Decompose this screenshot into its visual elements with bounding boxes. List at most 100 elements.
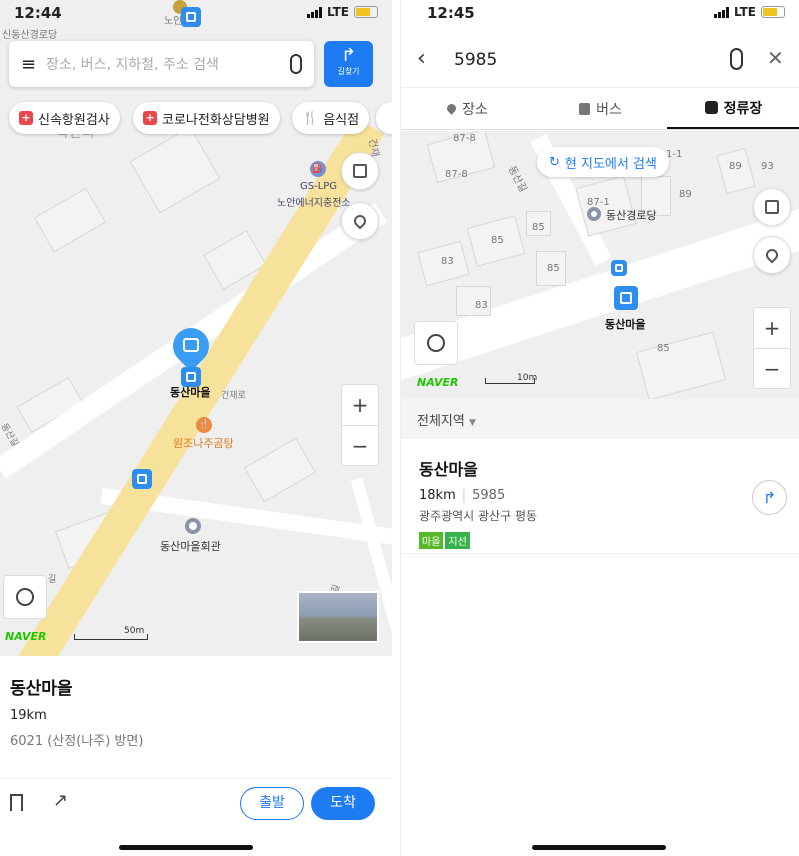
- location-pin-icon[interactable]: [341, 202, 379, 240]
- stop-info-card[interactable]: 동산마을 19km 6021 (산정(나주) 방면): [0, 656, 392, 780]
- zoom-control: + −: [753, 307, 791, 389]
- bus-stop-icon: [704, 101, 718, 114]
- tag-village: 마을: [419, 532, 444, 549]
- scale-label: 50m: [124, 626, 145, 636]
- directions-button[interactable]: ↱: [752, 480, 787, 515]
- directions-button[interactable]: ↱ 길찾기: [324, 41, 373, 87]
- chevron-down-icon: ▼: [468, 418, 476, 428]
- search-bar[interactable]: ≡ 장소, 버스, 지하철, 주소 검색: [9, 41, 314, 87]
- status-bar: 12:45 LTE: [401, 0, 799, 26]
- map-label-place: 동산경로당: [606, 209, 657, 222]
- layers-icon[interactable]: [341, 152, 379, 190]
- map-label-road: 길: [48, 575, 57, 585]
- lot-number: 89: [729, 161, 742, 172]
- close-icon[interactable]: ✕: [767, 46, 784, 70]
- depart-button[interactable]: 출발: [240, 787, 304, 820]
- map-label-restaurant: 원조나주곰탕: [173, 437, 234, 450]
- lot-number: 87-8: [445, 169, 468, 180]
- map-label-hall: 동산마을회관: [160, 540, 221, 553]
- result-distance: 18km: [419, 488, 456, 503]
- bookmark-icon[interactable]: [10, 794, 23, 811]
- share-icon[interactable]: ↗: [53, 790, 68, 811]
- selected-bus-stop-icon[interactable]: [614, 286, 638, 310]
- result-name: 동산마을: [419, 460, 478, 479]
- place-icon[interactable]: [587, 207, 601, 221]
- back-arrow-icon[interactable]: ‹: [417, 46, 426, 71]
- chip-rapid-antigen[interactable]: + 신속항원검사: [9, 102, 120, 134]
- map-label: 신동산경로당: [2, 30, 58, 41]
- search-query-field[interactable]: 5985: [454, 50, 497, 70]
- street-view-thumbnail[interactable]: [297, 591, 379, 643]
- network-label: LTE: [733, 5, 756, 19]
- zoom-in-button[interactable]: +: [342, 385, 378, 425]
- zoom-control: + −: [341, 384, 379, 466]
- map-label-road: 동산길: [505, 164, 529, 195]
- tab-stops[interactable]: 정류장: [667, 88, 799, 129]
- menu-icon[interactable]: ≡: [21, 54, 36, 75]
- lot-number: 85: [657, 343, 670, 354]
- refresh-icon: ↻: [549, 154, 560, 170]
- network-label: LTE: [326, 5, 349, 19]
- search-input[interactable]: 장소, 버스, 지하철, 주소 검색: [46, 54, 280, 74]
- bus-stop-icon[interactable]: [132, 469, 152, 489]
- hospital-icon: +: [143, 111, 157, 125]
- tab-places[interactable]: 장소: [401, 88, 534, 129]
- microphone-icon[interactable]: [730, 48, 743, 70]
- lot-number: 85: [532, 222, 545, 233]
- map-view[interactable]: 87-8 87-8 87-1 89 89 93 1-1 85 85 85 83 …: [401, 131, 799, 399]
- crosshair-icon: [427, 334, 445, 352]
- chip-phone-hospital[interactable]: + 코로나전화상담병원: [133, 102, 280, 134]
- map-label-gas-sub: 노안에너지충전소: [277, 198, 351, 209]
- result-stop-id: 5985: [472, 488, 506, 503]
- lot-number: 93: [761, 161, 774, 172]
- arrive-button[interactable]: 도착: [311, 787, 375, 820]
- restaurant-icon[interactable]: 🍴: [196, 417, 212, 433]
- zoom-out-button[interactable]: −: [754, 348, 790, 388]
- tag-branch: 지선: [445, 532, 470, 549]
- bus-stop-icon[interactable]: [611, 260, 627, 276]
- building: [635, 331, 727, 399]
- current-location-button[interactable]: [414, 321, 458, 365]
- zoom-in-button[interactable]: +: [754, 308, 790, 348]
- lot-number: 89: [679, 189, 692, 200]
- left-screen: 노안 신동산경로당 학산리 GS-LPG 노안에너지충전소 건재 건재로 원조나…: [0, 0, 392, 856]
- chip-restaurant[interactable]: 🍴 음식점: [292, 102, 370, 134]
- lot-number: 87-8: [453, 133, 476, 144]
- building: [34, 187, 106, 253]
- divider: [0, 778, 392, 779]
- zoom-out-button[interactable]: −: [342, 425, 378, 465]
- lot-number: 85: [547, 263, 560, 274]
- hall-icon[interactable]: [185, 518, 201, 534]
- naver-logo: NAVER: [5, 630, 47, 643]
- battery-icon: [761, 6, 785, 18]
- map-label-stop: 동산마을: [605, 318, 646, 331]
- tab-bus[interactable]: 버스: [534, 88, 667, 129]
- stop-distance: 19km: [10, 708, 47, 723]
- turn-arrow-icon: ↱: [340, 45, 357, 66]
- result-item[interactable]: 동산마을 18km | 5985 광주광역시 광산구 평동 마을 지선: [401, 439, 799, 554]
- lot-number: 83: [475, 300, 488, 311]
- gas-station-icon[interactable]: ⛽: [310, 161, 326, 177]
- map-label-gas: GS-LPG: [300, 181, 338, 192]
- home-indicator: [532, 845, 666, 850]
- research-map-button[interactable]: ↻ 현 지도에서 검색: [537, 147, 669, 177]
- microphone-icon[interactable]: [290, 54, 302, 74]
- region-filter[interactable]: 전체지역 ▼: [401, 399, 799, 439]
- battery-icon: [354, 6, 378, 18]
- status-bar: 12:44 LTE: [0, 0, 392, 26]
- crosshair-icon: [16, 588, 34, 606]
- tab-bar: 장소 버스 정류장: [401, 87, 799, 130]
- bus-icon: [183, 338, 199, 352]
- map-label-road: 건재로: [221, 391, 246, 401]
- fork-knife-icon: 🍴: [302, 110, 319, 126]
- building: [244, 437, 316, 503]
- status-time: 12:44: [14, 4, 62, 22]
- layers-icon[interactable]: [753, 188, 791, 226]
- map-label-stop: 동산마을: [170, 386, 211, 399]
- map-view[interactable]: 노안 신동산경로당 학산리 GS-LPG 노안에너지충전소 건재 건재로 원조나…: [0, 0, 392, 656]
- lot-number: 83: [441, 256, 454, 267]
- scale-label: 10m: [517, 373, 538, 383]
- hospital-icon: +: [19, 111, 33, 125]
- current-location-button[interactable]: [3, 575, 47, 619]
- location-pin-icon[interactable]: [753, 236, 791, 274]
